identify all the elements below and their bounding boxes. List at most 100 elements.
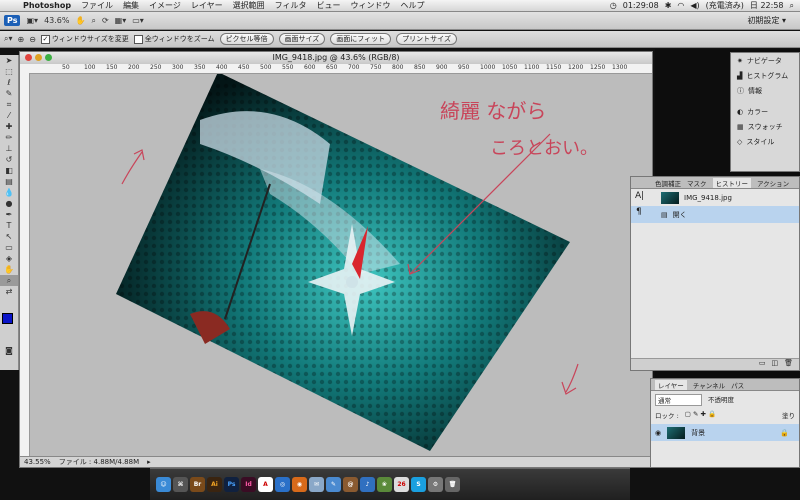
tab-adjustments[interactable]: 色調補正	[655, 178, 681, 188]
visibility-eye-icon[interactable]: ◉	[655, 429, 661, 437]
itunes-dock-icon[interactable]: ♪	[360, 477, 375, 492]
tab-paths[interactable]: パス	[731, 380, 744, 390]
ichat-dock-icon[interactable]: ✎	[326, 477, 341, 492]
pen-tool-icon[interactable]: ✒	[0, 209, 18, 220]
histogram-item[interactable]: ▟ ヒストグラム	[731, 68, 799, 83]
menu-help[interactable]: ヘルプ	[396, 0, 430, 11]
app-icon-1[interactable]: ⌘	[173, 477, 188, 492]
menu-edit[interactable]: 編集	[118, 0, 144, 11]
fill-screen-button[interactable]: 画面にフィット	[330, 33, 392, 45]
menu-image[interactable]: イメージ	[144, 0, 186, 11]
horizontal-ruler[interactable]: 50 100 150 200 250 300 350 400 450 500 550 600 650 70…	[20, 64, 652, 74]
mail-dock-icon[interactable]: ✉	[309, 477, 324, 492]
marquee-tool-icon[interactable]: ⬚	[0, 66, 18, 77]
status-menu-icon[interactable]: ▸	[147, 458, 151, 466]
history-snapshot[interactable]: IMG_9418.jpg	[631, 189, 799, 206]
resize-window-checkbox[interactable]: ✓ ウィンドウサイズを変更	[40, 34, 129, 44]
foreground-color-swatch[interactable]	[2, 313, 13, 324]
iphoto-dock-icon[interactable]: ❀	[377, 477, 392, 492]
workspace-switcher[interactable]: 初期設定 ▾	[747, 15, 786, 26]
hand-tool-box-icon[interactable]: ✋	[0, 264, 18, 275]
swap-colors-icon[interactable]: ⇄	[0, 286, 18, 297]
photoshop-dock-icon[interactable]: Ps	[224, 477, 239, 492]
bluetooth-icon[interactable]: ✱	[665, 1, 672, 10]
battery-status[interactable]: (充電済み)	[706, 0, 744, 11]
tab-actions[interactable]: アクション	[757, 178, 789, 188]
canvas[interactable]: 綺麗 ながら ころとおい。	[30, 74, 652, 456]
zoom-out-icon[interactable]: ⊖	[29, 35, 36, 44]
eyedropper-tool-icon[interactable]: ⁄	[0, 110, 18, 121]
acrobat-dock-icon[interactable]: A	[258, 477, 273, 492]
bridge-icon[interactable]: ▣▾	[26, 16, 38, 25]
indesign-dock-icon[interactable]: Id	[241, 477, 256, 492]
address-book-dock-icon[interactable]: @	[343, 477, 358, 492]
blur-tool-icon[interactable]: 💧	[0, 187, 18, 198]
tab-history[interactable]: ヒストリー	[712, 177, 751, 188]
3d-rotate-icon[interactable]: ◈	[0, 253, 18, 264]
date-time[interactable]: 日 22:58	[750, 0, 784, 11]
character-icon[interactable]: A|	[635, 191, 644, 201]
zoom-tool-icon[interactable]: ⌕	[91, 16, 95, 26]
tab-channels[interactable]: チャンネル	[693, 380, 725, 390]
styles-item[interactable]: ◇ スタイル	[731, 134, 799, 149]
eraser-tool-icon[interactable]: ◧	[0, 165, 18, 176]
app-menu[interactable]: Photoshop	[18, 1, 76, 10]
dodge-tool-icon[interactable]: ●	[0, 198, 18, 209]
history-brush-icon[interactable]: ↺	[0, 154, 18, 165]
tab-layers[interactable]: レイヤー	[655, 379, 687, 390]
menu-window[interactable]: ウィンドウ	[346, 0, 396, 11]
delete-state-icon[interactable]: 🗑	[784, 359, 793, 370]
hand-tool-icon[interactable]: ✋	[75, 16, 85, 25]
new-snapshot-icon[interactable]: ◫	[771, 359, 778, 370]
color-item[interactable]: ◐ カラー	[731, 104, 799, 119]
type-tool-icon[interactable]: T	[0, 220, 18, 231]
tab-masks[interactable]: マスク	[687, 178, 707, 188]
vertical-ruler[interactable]	[20, 73, 30, 456]
info-item[interactable]: ⓘ 情報	[731, 83, 799, 98]
calendar-dock-icon[interactable]: 26	[394, 477, 409, 492]
quick-mask-icon[interactable]: ◙	[0, 345, 18, 356]
safari-dock-icon[interactable]: ◎	[275, 477, 290, 492]
menubar-clock[interactable]: 01:29:08	[623, 1, 659, 10]
wifi-icon[interactable]: ◠	[677, 1, 684, 10]
swatches-item[interactable]: ▦ スウォッチ	[731, 119, 799, 134]
trash-dock-icon[interactable]: 🗑	[445, 477, 460, 492]
status-zoom[interactable]: 43.55%	[24, 458, 51, 466]
volume-icon[interactable]: ◀)	[690, 1, 699, 10]
skype-dock-icon[interactable]: S	[411, 477, 426, 492]
zoom-in-icon[interactable]: ⊕	[18, 35, 25, 44]
menu-file[interactable]: ファイル	[76, 0, 118, 11]
menu-view[interactable]: ビュー	[312, 0, 346, 11]
zoom-tool-box-icon[interactable]: ⌕	[0, 275, 18, 286]
preferences-dock-icon[interactable]: ⚙	[428, 477, 443, 492]
quick-select-tool-icon[interactable]: ✎	[0, 88, 18, 99]
path-select-icon[interactable]: ↖	[0, 231, 18, 242]
arrange-documents-icon[interactable]: ▦▾	[115, 16, 127, 25]
shape-tool-icon[interactable]: ▭	[0, 242, 18, 253]
screen-mode-icon[interactable]: ▭▾	[132, 16, 144, 25]
paragraph-icon[interactable]: ¶	[636, 207, 642, 217]
fit-screen-button[interactable]: 画面サイズ	[278, 33, 326, 45]
new-document-from-state-icon[interactable]: ▭	[759, 359, 766, 370]
layer-row-background[interactable]: ◉ 背景 🔒	[651, 424, 799, 441]
blend-mode-select[interactable]: 通常	[655, 394, 702, 406]
finder-icon[interactable]: ☺	[156, 477, 171, 492]
zoom-all-checkbox[interactable]: 全ウィンドウをズーム	[133, 34, 215, 44]
history-step[interactable]: ▤ 開く	[631, 206, 799, 223]
healing-brush-icon[interactable]: ✚	[0, 121, 18, 132]
gradient-tool-icon[interactable]: ▤	[0, 176, 18, 187]
time-machine-icon[interactable]: ◷	[610, 1, 617, 10]
clone-stamp-icon[interactable]: ⊥	[0, 143, 18, 154]
menu-layer[interactable]: レイヤー	[186, 0, 228, 11]
bridge-dock-icon[interactable]: Br	[190, 477, 205, 492]
print-size-button[interactable]: プリントサイズ	[396, 33, 457, 45]
actual-pixels-button[interactable]: ピクセル等倍	[219, 33, 274, 45]
illustrator-dock-icon[interactable]: Ai	[207, 477, 222, 492]
spotlight-icon[interactable]: ⌕	[790, 1, 794, 11]
menu-select[interactable]: 選択範囲	[228, 0, 270, 11]
rotate-view-icon[interactable]: ⟳	[102, 16, 109, 25]
navigator-item[interactable]: ✷ ナビゲータ	[731, 53, 799, 68]
crop-tool-icon[interactable]: ⌗	[0, 99, 18, 110]
zoom-tool-preset-icon[interactable]: ⌕▾	[4, 34, 13, 44]
lock-icon[interactable]: ▢ ✎ ✚ 🔒	[685, 410, 716, 420]
